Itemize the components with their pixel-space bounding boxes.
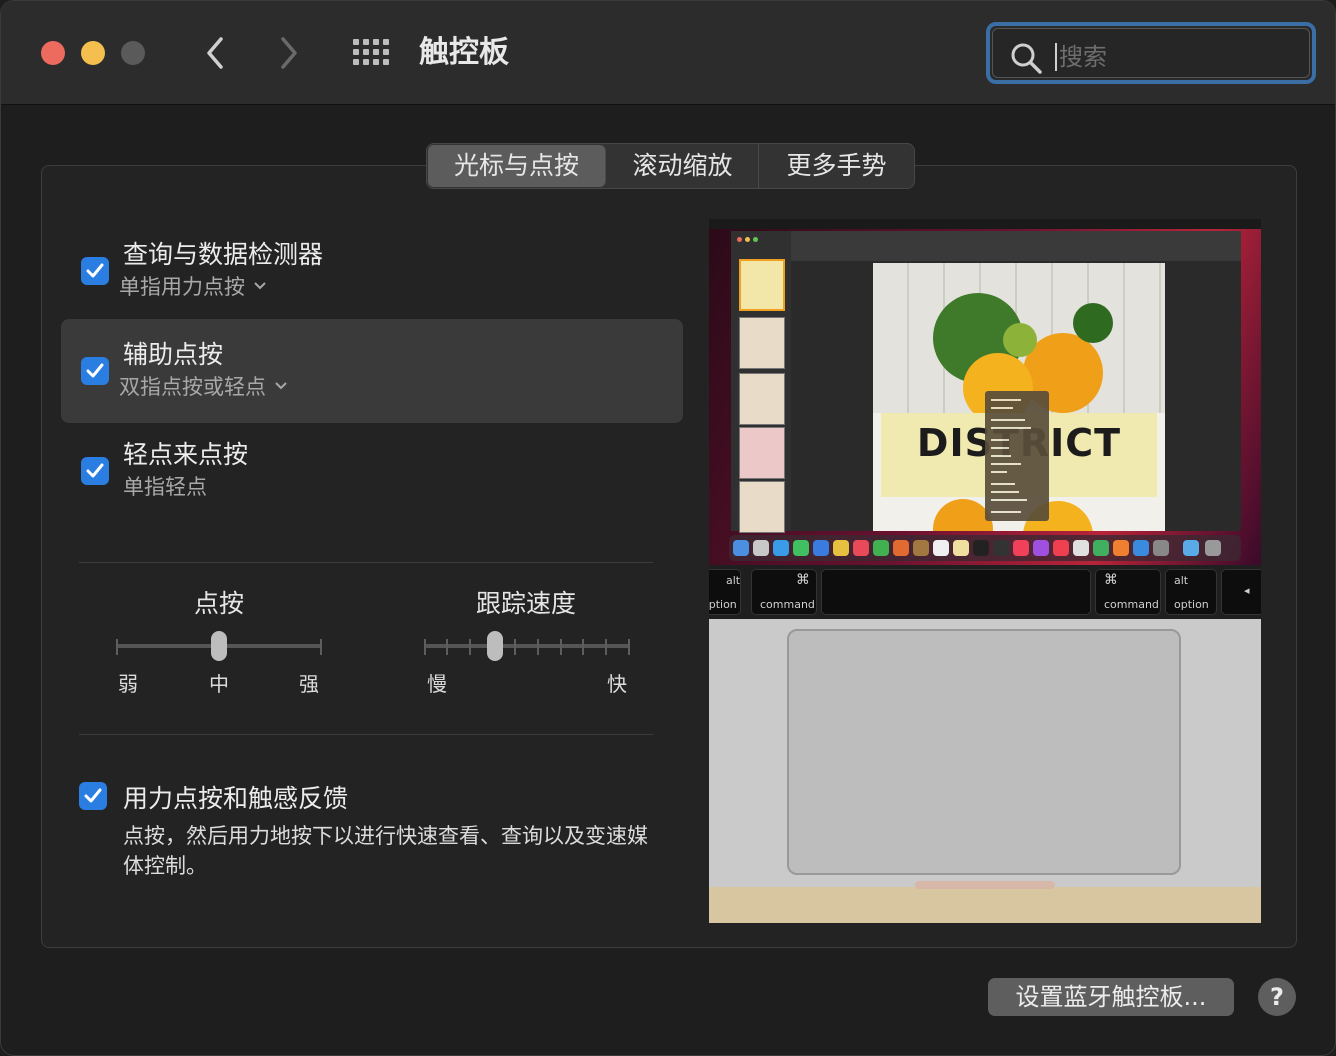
- chevron-right-icon: [281, 37, 297, 69]
- tracking-slider-knob[interactable]: [487, 631, 503, 661]
- secondary-click-dropdown[interactable]: 双指点按或轻点: [119, 371, 288, 401]
- preview-menu-bar: [709, 219, 1261, 229]
- help-button[interactable]: ?: [1258, 978, 1296, 1016]
- tracking-slider-tick: [582, 639, 584, 655]
- option-secondary-click[interactable]: 辅助点按 双指点按或轻点: [61, 319, 683, 423]
- back-button[interactable]: [195, 31, 235, 75]
- preview-laptop-screen: DISTRICT: [709, 219, 1261, 565]
- gesture-preview-image: DISTRICT: [709, 219, 1261, 923]
- checkmark-icon: [84, 788, 102, 803]
- tab-scroll-zoom[interactable]: 滚动缩放: [607, 144, 759, 188]
- zoom-button[interactable]: [121, 41, 145, 65]
- search-field[interactable]: [986, 22, 1316, 84]
- click-max-label: 强: [299, 672, 319, 696]
- chevron-down-icon: [275, 382, 287, 390]
- show-all-grid-icon[interactable]: [351, 37, 391, 69]
- preview-trackpad: [787, 629, 1181, 875]
- checkmark-icon: [86, 263, 104, 278]
- preview-key-command-left: ⌘ command: [751, 569, 817, 615]
- preview-toolbar: [791, 231, 1241, 261]
- tap-to-click-checkbox[interactable]: [81, 457, 109, 485]
- setup-bluetooth-trackpad-button[interactable]: 设置蓝牙触控板...: [988, 978, 1234, 1016]
- search-input[interactable]: [1059, 37, 1299, 77]
- tap-to-click-subtitle: 单指轻点: [123, 475, 207, 499]
- preview-keyboard-row: alt option ⌘ command ⌘ command alt optio…: [709, 565, 1261, 619]
- lookup-gesture-dropdown[interactable]: 单指用力点按: [119, 271, 267, 301]
- secondary-click-title: 辅助点按: [123, 340, 224, 369]
- preferences-window: 触控板 光标与点按 滚动缩放 更多手势 查询与数据检测器 单指用力点按 辅: [0, 0, 1336, 1056]
- preview-key-space: [821, 569, 1091, 615]
- text-caret: [1055, 43, 1057, 71]
- tracking-slider-tick: [560, 639, 562, 655]
- checkmark-icon: [86, 463, 104, 478]
- chevron-left-icon: [207, 37, 223, 69]
- tracking-slider-tick: [537, 639, 539, 655]
- forward-button[interactable]: [269, 31, 309, 75]
- tab-more-gestures[interactable]: 更多手势: [759, 144, 914, 188]
- lookup-title: 查询与数据检测器: [123, 240, 324, 269]
- force-click-checkbox[interactable]: [79, 782, 107, 810]
- close-button[interactable]: [41, 41, 65, 65]
- minimize-button[interactable]: [81, 41, 105, 65]
- click-mid-label: 中: [209, 672, 229, 696]
- title-bar: 触控板: [1, 1, 1335, 105]
- click-slider-tick: [320, 639, 322, 655]
- tracking-min-label: 慢: [427, 672, 447, 696]
- preview-context-menu: [985, 391, 1049, 521]
- option-lookup[interactable]: 查询与数据检测器 单指用力点按: [61, 219, 683, 323]
- preview-page-thumbnails: [731, 231, 791, 533]
- secondary-click-label: 双指点按或轻点: [119, 375, 266, 399]
- click-slider-knob[interactable]: [211, 631, 227, 661]
- tracking-slider-tick: [628, 639, 630, 655]
- force-click-description: 点按，然后用力地按下以进行快速查看、查询以及变速媒体控制。: [123, 824, 648, 878]
- tracking-slider-tick: [514, 639, 516, 655]
- preview-laptop-body: [709, 619, 1261, 923]
- chevron-down-icon: [254, 282, 266, 290]
- tracking-slider-tick: [469, 639, 471, 655]
- secondary-click-checkbox[interactable]: [81, 357, 109, 385]
- preview-dock: [729, 535, 1241, 561]
- preview-desk: [709, 887, 1261, 923]
- tracking-speed-label: 跟踪速度: [475, 589, 576, 618]
- preview-key-option-right: alt option: [1165, 569, 1217, 615]
- checkmark-icon: [86, 363, 104, 378]
- preview-key-command-right: ⌘ command: [1095, 569, 1161, 615]
- lookup-checkbox[interactable]: [81, 257, 109, 285]
- force-click-title: 用力点按和触感反馈: [123, 784, 349, 813]
- tracking-slider-tick: [446, 639, 448, 655]
- preview-key-arrow: ◂: [1221, 569, 1261, 615]
- tracking-slider-tick: [424, 639, 426, 655]
- lookup-gesture-label: 单指用力点按: [119, 275, 245, 299]
- divider: [79, 562, 653, 563]
- preview-key-option-left: alt option: [709, 569, 741, 615]
- divider: [79, 734, 653, 735]
- tracking-slider-tick: [605, 639, 607, 655]
- preview-pages-window: DISTRICT: [731, 231, 1241, 533]
- click-slider-tick: [116, 639, 118, 655]
- option-tap-to-click[interactable]: 轻点来点按 单指轻点: [61, 419, 683, 523]
- tracking-slider-track[interactable]: [425, 644, 629, 648]
- tab-bar: 光标与点按 滚动缩放 更多手势: [426, 143, 915, 189]
- tracking-max-label: 快: [607, 672, 627, 696]
- tab-point-and-click[interactable]: 光标与点按: [428, 145, 606, 187]
- click-min-label: 弱: [118, 672, 138, 696]
- click-slider-label: 点按: [193, 589, 244, 618]
- search-icon: [1011, 43, 1042, 74]
- tap-to-click-title: 轻点来点按: [123, 440, 249, 469]
- window-title: 触控板: [419, 35, 509, 70]
